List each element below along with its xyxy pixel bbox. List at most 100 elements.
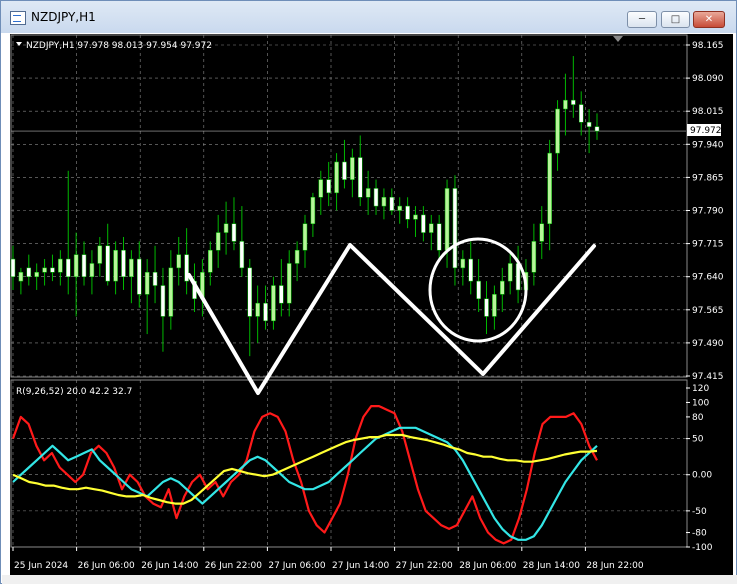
price-chart-canvas[interactable]: 98.165 98.090 98.015 97.940 97.865 97.790 97.7…: [10, 34, 733, 575]
time-axis-label: 26 Jun 06:00: [78, 561, 135, 571]
candle-body: [263, 302, 268, 322]
candle-body: [310, 197, 316, 224]
candle-body: [105, 245, 110, 282]
candle-body: [18, 272, 24, 282]
candle-body: [176, 254, 181, 269]
indicator-axis-label: 120: [692, 384, 709, 394]
candle-body: [444, 188, 450, 251]
price-axis-label: 98.090: [692, 74, 724, 84]
chart-window: NZDJPY,H1 ─ □ ✕ 98.165 98.090 98.015 97.940…: [0, 0, 737, 584]
candle-body: [357, 157, 363, 198]
candle-body: [452, 188, 458, 269]
candle-body: [10, 258, 16, 277]
current-price-label: 97.972: [690, 126, 722, 136]
candle-body: [137, 258, 142, 295]
candle-body: [539, 223, 545, 242]
candle-body: [239, 241, 245, 269]
candle-body: [397, 205, 402, 211]
time-axis-label: 27 Jun 14:00: [332, 561, 389, 571]
candle-body: [152, 272, 158, 286]
price-axis-label: 97.490: [692, 339, 724, 349]
time-axis-label: 25 Jun 2024: [14, 561, 68, 571]
price-axis-label: 97.940: [692, 140, 724, 150]
indicator-axis-label: 50: [692, 435, 704, 445]
price-axis-label: 97.715: [692, 240, 724, 250]
minimize-button[interactable]: ─: [627, 11, 657, 28]
indicator-axis-label: -50: [692, 507, 707, 517]
candle-body: [334, 161, 339, 194]
candle-body: [97, 245, 103, 264]
candle-body: [271, 285, 276, 322]
candle-body: [578, 104, 584, 123]
candle-body: [26, 267, 32, 277]
indicator-axis-label: 80: [692, 413, 704, 423]
candle-body: [563, 99, 568, 110]
candle-body: [231, 223, 237, 242]
candle-body: [215, 232, 221, 251]
candle-body: [73, 254, 79, 277]
price-axis-label: 97.790: [692, 207, 724, 217]
candle-body: [89, 263, 95, 277]
candle-body: [255, 302, 260, 317]
candle-body: [50, 267, 55, 273]
time-axis-label: 28 Jun 06:00: [459, 561, 516, 571]
price-axis-label: 97.640: [692, 273, 724, 283]
candle-body: [555, 108, 560, 154]
candle-body: [547, 152, 552, 224]
candle-body: [405, 205, 410, 220]
price-axis-label: 98.165: [692, 41, 724, 51]
symbol-header: NZDJPY,H1 97.978 98.013 97.954 97.972: [26, 41, 212, 51]
candle-body: [144, 272, 150, 295]
candle-body: [318, 179, 324, 198]
candle-body: [81, 254, 87, 277]
candle-body: [342, 161, 347, 180]
candle-body: [168, 267, 174, 317]
price-axis-label: 97.415: [692, 372, 724, 382]
candle-body: [365, 188, 371, 198]
candle-body: [586, 121, 592, 127]
indicator-axis-label: 100: [692, 398, 709, 408]
time-axis-label: 26 Jun 22:00: [205, 561, 262, 571]
candle-body: [594, 126, 600, 132]
candle-body: [476, 280, 481, 300]
candle-body: [160, 285, 166, 317]
price-axis-label: 97.865: [692, 173, 724, 183]
candle-body: [373, 188, 379, 207]
candle-body: [350, 157, 355, 180]
indicator-axis-label: 0.00: [692, 471, 712, 481]
candle-body: [286, 263, 292, 304]
indicator-label: R(9,26,52) 20.0 42.2 32.7: [16, 387, 132, 397]
candle-body: [389, 197, 395, 211]
time-axis-label: 28 Jun 22:00: [586, 561, 643, 571]
chart-shift-marker-icon[interactable]: [613, 36, 623, 42]
time-axis-label: 27 Jun 06:00: [268, 561, 325, 571]
close-button[interactable]: ✕: [693, 11, 725, 28]
time-axis-label: 28 Jun 14:00: [523, 561, 580, 571]
maximize-button[interactable]: □: [661, 11, 690, 28]
candle-body: [421, 214, 426, 233]
dropdown-triangle-icon[interactable]: [16, 42, 22, 46]
title-bar[interactable]: NZDJPY,H1 ─ □ ✕: [1, 1, 736, 33]
indicator-series-line-2: [12, 426, 598, 541]
candle-body: [381, 197, 387, 207]
candle-body: [531, 241, 537, 273]
symbol-info: NZDJPY,H1 97.978 98.013 97.954 97.972: [16, 41, 212, 51]
candle-body: [208, 249, 213, 273]
candle-body: [413, 214, 418, 220]
candle-body: [571, 99, 576, 105]
indicator-axis-label: -100: [692, 543, 713, 553]
candle-body: [460, 258, 466, 269]
current-price-tag: 97.972: [687, 124, 722, 136]
chart-area[interactable]: 98.165 98.090 98.015 97.940 97.865 97.790 97.7…: [10, 34, 733, 575]
candle-body: [326, 179, 331, 194]
candle-body: [507, 263, 513, 282]
candle-body: [34, 272, 39, 277]
candle-body: [492, 294, 497, 317]
candle-body: [58, 258, 63, 273]
candle-body: [468, 258, 473, 282]
candle-body: [279, 285, 284, 304]
candle-body: [484, 298, 489, 317]
time-axis-label: 27 Jun 22:00: [396, 561, 453, 571]
chart-window-icon: [10, 11, 26, 25]
candle-body: [65, 258, 71, 277]
